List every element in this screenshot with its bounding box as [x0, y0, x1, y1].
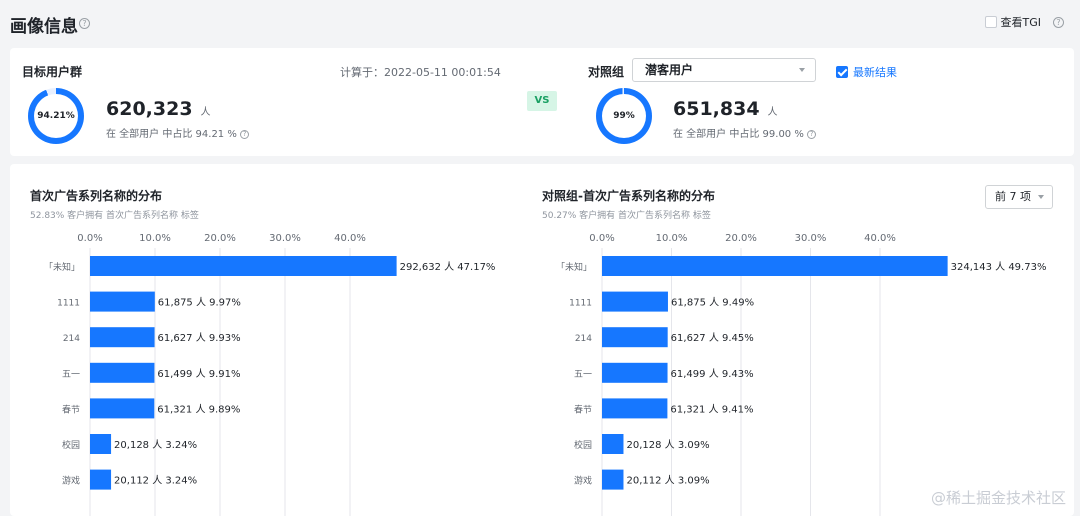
category-label: 1111 — [57, 299, 80, 309]
bar[interactable] — [602, 291, 668, 312]
control-share-line: 在 全部用户 中占比 99.00 % ? — [673, 125, 817, 140]
control-group-select-value: 潜客用户 — [645, 63, 694, 77]
target-ratio-label: 94.21% — [34, 94, 78, 138]
bar[interactable] — [90, 469, 112, 490]
bar[interactable] — [90, 362, 155, 383]
bar-data-label: 20,112 人 3.24% — [114, 475, 197, 487]
x-tick-label: 20.0% — [725, 233, 757, 244]
target-count: 620,323 人 — [106, 98, 211, 120]
category-label: 「未知」 — [556, 261, 592, 273]
bar[interactable] — [90, 327, 155, 348]
bar[interactable] — [602, 469, 624, 490]
target-count-unit: 人 — [200, 107, 211, 118]
bar[interactable] — [90, 291, 155, 312]
tgi-checkbox[interactable] — [984, 16, 997, 28]
tgi-label[interactable]: 查看TGI — [1001, 14, 1042, 30]
watermark: @稀土掘金技术社区 — [930, 489, 1066, 507]
calc-timestamp: 计算于：2022-05-11 00:01:54 — [340, 66, 501, 79]
latest-result-checkbox[interactable] — [836, 66, 848, 78]
target-count-value: 620,323 — [106, 98, 193, 120]
bar[interactable] — [90, 434, 112, 454]
bar-data-label: 61,875 人 9.49% — [671, 297, 754, 309]
bar-data-label: 61,321 人 9.89% — [157, 403, 240, 415]
x-tick-label: 20.0% — [204, 233, 236, 244]
control-distribution-chart: 0.0% 10.0% 20.0% 30.0% 40.0% 「未知」 324,143 人 49… — [556, 233, 1047, 516]
control-share-help-icon[interactable]: ? — [807, 129, 817, 139]
control-count-unit: 人 — [767, 107, 778, 118]
bar-data-label: 20,112 人 3.09% — [626, 475, 709, 487]
bar-data-label: 61,627 人 9.45% — [671, 332, 754, 344]
bar[interactable] — [90, 398, 155, 419]
bar-data-label: 61,875 人 9.97% — [158, 297, 241, 309]
header-bar: 画像信息 ? 查看TGI ? — [0, 0, 1080, 46]
bar[interactable] — [602, 434, 624, 454]
target-share-line: 在 全部用户 中占比 94.21 % ? — [106, 125, 250, 140]
category-label: 214 — [63, 334, 80, 344]
bar-data-label: 61,627 人 9.93% — [158, 332, 241, 344]
control-group-select[interactable]: 潜客用户 — [632, 58, 816, 82]
control-count-value: 651,834 — [673, 98, 760, 120]
x-tick-label: 10.0% — [656, 233, 688, 244]
compare-card: 目标用户群 计算于：2022-05-11 00:01:54 94.21% 620… — [10, 48, 1074, 156]
bar-data-label: 324,143 人 49.73% — [951, 261, 1047, 273]
control-group-label: 对照组 — [588, 65, 625, 79]
target-group-title: 目标用户群 — [22, 65, 83, 79]
category-label: 五一 — [62, 370, 80, 380]
x-tick-label: 10.0% — [139, 233, 171, 244]
control-ratio-donut: 99% — [596, 88, 652, 144]
bar-data-label: 20,128 人 3.24% — [114, 439, 197, 451]
tgi-help-icon[interactable]: ? — [1053, 16, 1064, 28]
bar[interactable] — [602, 362, 668, 383]
category-label: 1111 — [569, 299, 592, 309]
x-tick-label: 40.0% — [334, 233, 366, 244]
bar-data-label: 61,499 人 9.43% — [671, 368, 754, 380]
latest-result-toggle[interactable]: 最新结果 — [836, 64, 897, 80]
x-tick-label: 40.0% — [864, 233, 896, 244]
control-share-text: 在 全部用户 中占比 99.00 % — [673, 129, 804, 140]
category-label: 游戏 — [574, 475, 592, 487]
target-share-text: 在 全部用户 中占比 94.21 % — [106, 129, 237, 140]
target-ratio-donut: 94.21% — [28, 88, 84, 144]
bar-data-label: 292,632 人 47.17% — [400, 261, 496, 273]
bar-data-label: 61,321 人 9.41% — [670, 403, 753, 415]
category-label: 校园 — [62, 439, 80, 451]
bar[interactable] — [602, 398, 668, 419]
bar-data-label: 61,499 人 9.91% — [157, 368, 240, 380]
chevron-down-icon — [799, 68, 805, 72]
category-label: 214 — [575, 334, 592, 344]
help-icon[interactable]: ? — [79, 18, 90, 29]
control-ratio-label: 99% — [602, 94, 646, 138]
category-label: 五一 — [574, 370, 592, 380]
distribution-card: 首次广告系列名称的分布 52.83% 客户拥有 首次广告系列名称 标签 对照组-… — [10, 164, 1074, 516]
target-share-help-icon[interactable]: ? — [240, 129, 250, 139]
target-distribution-chart: 0.0% 10.0% 20.0% 30.0% 40.0% 「未知」 292,632 人 47… — [44, 233, 496, 516]
category-label: 「未知」 — [44, 261, 80, 273]
category-label: 春节 — [574, 403, 592, 415]
x-tick-label: 30.0% — [795, 233, 827, 244]
category-label: 游戏 — [62, 475, 80, 487]
page-title: 画像信息 — [10, 17, 78, 37]
bar-data-label: 20,128 人 3.09% — [626, 439, 709, 451]
x-tick-label: 0.0% — [589, 233, 614, 244]
category-label: 春节 — [62, 403, 80, 415]
x-tick-label: 30.0% — [269, 233, 301, 244]
control-count: 651,834 人 — [673, 98, 778, 120]
latest-result-label[interactable]: 最新结果 — [853, 64, 897, 80]
x-tick-label: 0.0% — [77, 233, 102, 244]
bar[interactable] — [90, 256, 397, 276]
bar[interactable] — [602, 327, 668, 348]
bar[interactable] — [602, 256, 948, 276]
tgi-toggle[interactable]: 查看TGI ? — [984, 14, 1064, 30]
category-label: 校园 — [574, 439, 592, 451]
vs-badge: VS — [527, 91, 557, 111]
